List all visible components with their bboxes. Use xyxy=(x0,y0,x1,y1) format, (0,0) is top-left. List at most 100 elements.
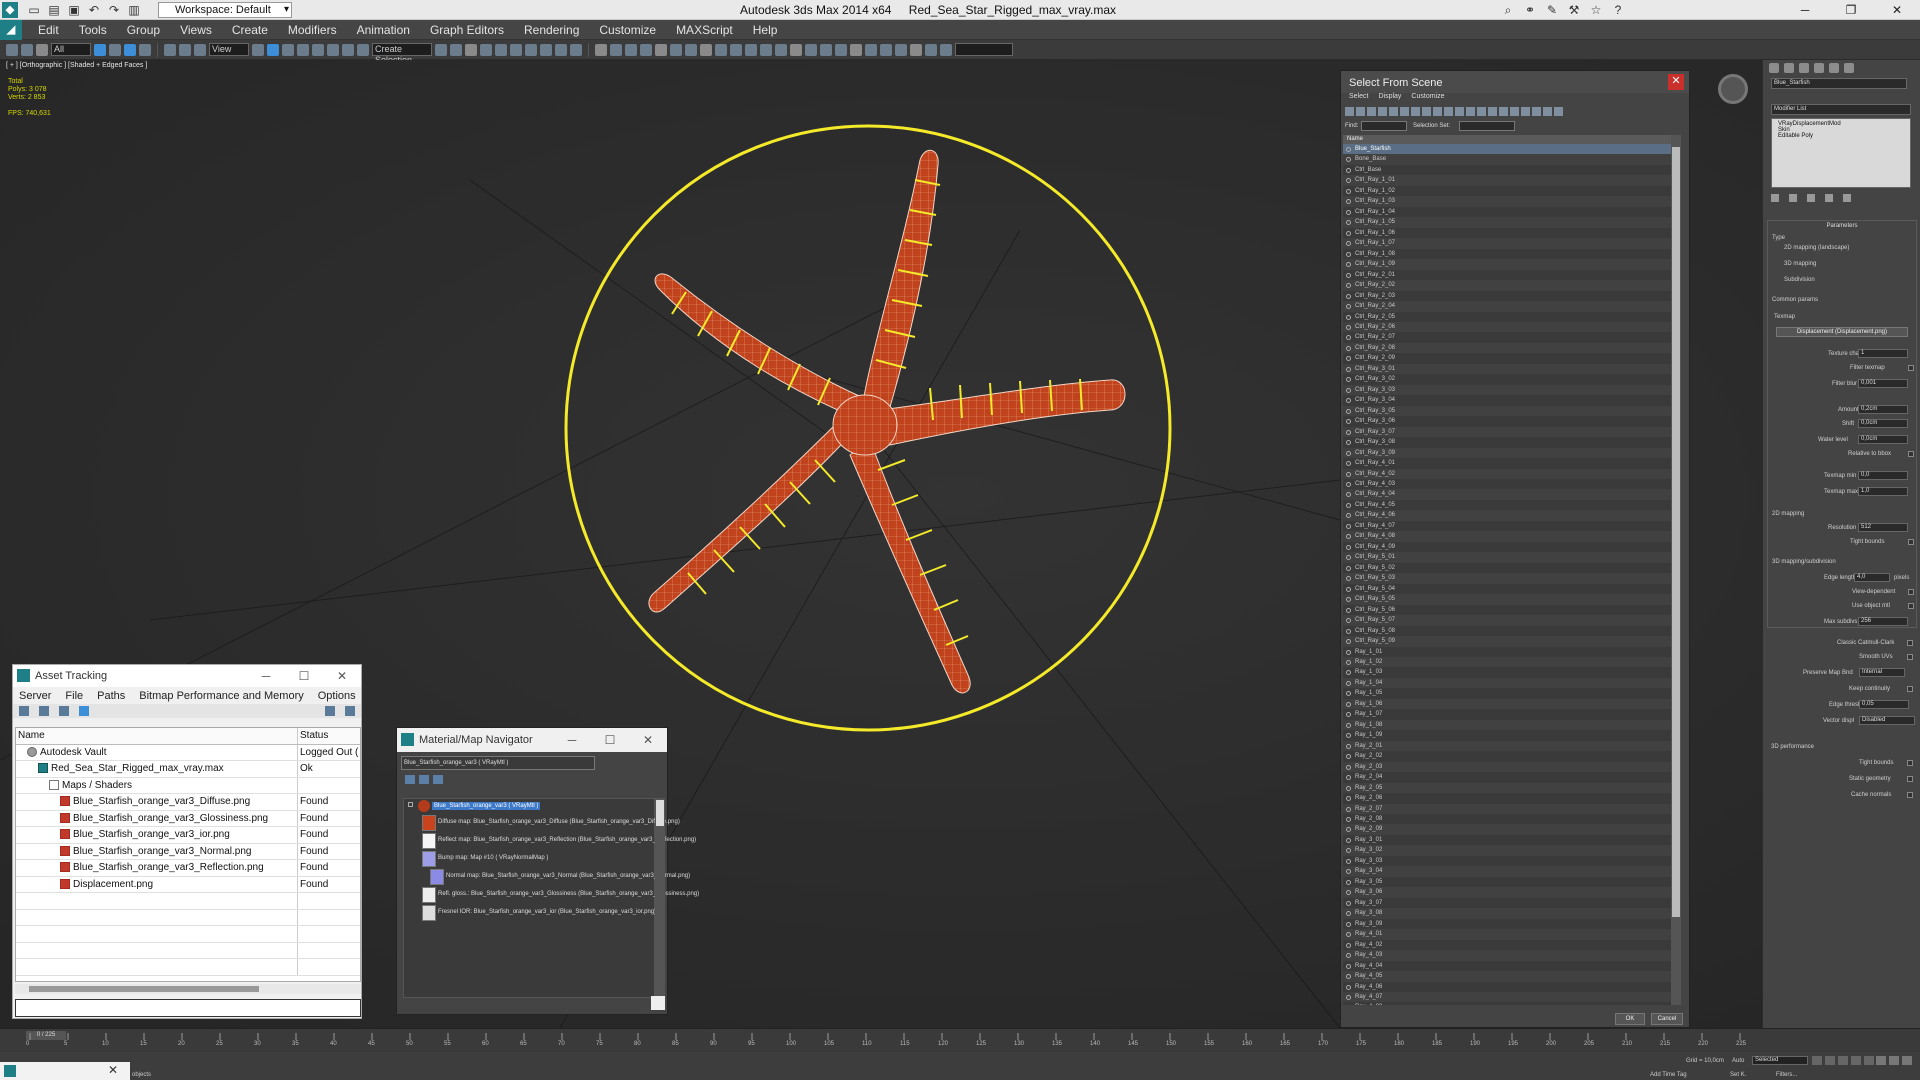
cache-normals-checkbox[interactable] xyxy=(1907,792,1913,798)
tools-icon[interactable]: ✎ xyxy=(1544,2,1560,18)
scene-object-row[interactable]: Ctrl_Ray_3_09 xyxy=(1343,447,1673,459)
scene-object-row[interactable]: Ray_2_07 xyxy=(1343,803,1673,814)
unlink-icon[interactable] xyxy=(21,43,33,56)
spinner-snap-icon[interactable] xyxy=(342,43,354,56)
scene-object-row[interactable]: Ctrl_Ray_1_09 xyxy=(1343,259,1673,270)
checkout-icon[interactable] xyxy=(39,706,49,716)
menu-views[interactable]: Views xyxy=(170,23,222,37)
scene-object-row[interactable]: Ctrl_Ray_4_04 xyxy=(1343,489,1673,500)
hierarchy-tab-icon[interactable] xyxy=(1799,63,1809,73)
scene-object-row[interactable]: Ray_2_01 xyxy=(1343,740,1673,752)
vray-plane-icon[interactable] xyxy=(700,43,712,56)
vray-fur-icon[interactable] xyxy=(685,43,697,56)
scene-object-row[interactable]: Ray_1_03 xyxy=(1343,667,1673,677)
filter-blur-spinner[interactable]: 0,001 xyxy=(1858,379,1908,388)
extra-tool-3-icon[interactable] xyxy=(940,43,952,56)
auto-key-label[interactable]: Auto xyxy=(1732,1058,1744,1064)
key-filters-button[interactable]: Filters... xyxy=(1776,1072,1797,1078)
asset-hscrollbar[interactable] xyxy=(15,984,361,994)
scene-object-row[interactable]: Ctrl_Ray_1_05 xyxy=(1343,217,1673,228)
select-move-icon[interactable] xyxy=(164,43,176,56)
preserve-map-bnd-dropdown[interactable]: Internal xyxy=(1859,668,1905,677)
select-all-icon[interactable] xyxy=(1510,107,1519,116)
menu-help[interactable]: Help xyxy=(743,23,788,37)
scene-object-row[interactable]: Ray_2_06 xyxy=(1343,793,1673,803)
keep-continuity-checkbox[interactable] xyxy=(1907,686,1913,692)
texture-chan-spinner[interactable]: 1 xyxy=(1858,349,1908,358)
curve-editor-icon[interactable] xyxy=(495,43,507,56)
scene-object-row[interactable]: Ctrl_Ray_3_01 xyxy=(1343,363,1673,375)
asset-row[interactable]: Maps / Shaders xyxy=(16,777,360,794)
schematic-view-icon[interactable] xyxy=(510,43,522,56)
scene-object-row[interactable]: Ctrl_Ray_2_02 xyxy=(1343,280,1673,291)
modify-tab-icon[interactable] xyxy=(1784,63,1794,73)
max-logo-icon[interactable]: ◢ xyxy=(0,19,22,40)
add-time-tag[interactable]: Add Time Tag xyxy=(1650,1072,1687,1078)
scene-object-row[interactable]: Ray_1_05 xyxy=(1343,688,1673,698)
texmap-max-spinner[interactable]: 1,0 xyxy=(1858,487,1908,496)
scene-object-row[interactable]: Ray_2_05 xyxy=(1343,782,1673,794)
shift-spinner[interactable]: 0,0cm xyxy=(1858,419,1908,428)
goto-start-icon[interactable] xyxy=(1812,1056,1822,1065)
select-object-icon[interactable] xyxy=(94,43,106,56)
scene-object-row[interactable]: Ray_4_01 xyxy=(1343,929,1673,940)
cube-tool-icon[interactable] xyxy=(880,43,892,56)
vray-light-icon[interactable] xyxy=(625,43,637,56)
scene-object-row[interactable]: Ray_3_03 xyxy=(1343,856,1673,866)
scene-object-row[interactable]: Ctrl_Ray_5_04 xyxy=(1343,584,1673,594)
static-geometry-checkbox[interactable] xyxy=(1907,776,1913,782)
timeline[interactable]: 0 / 225 0 5 10 15 20 25 30 35 40 45 50 55 60 65 70 75 80… xyxy=(0,1028,1920,1052)
scene-object-row[interactable]: Ctrl_Ray_5_03 xyxy=(1343,573,1673,584)
extra-tool-2-icon[interactable] xyxy=(925,43,937,56)
scene-object-row[interactable]: Ray_3_07 xyxy=(1343,898,1673,908)
max-subdivs-spinner[interactable]: 256 xyxy=(1858,617,1908,626)
scene-object-row[interactable]: Ctrl_Ray_4_07 xyxy=(1343,521,1673,531)
display-cameras-icon[interactable] xyxy=(1378,107,1387,116)
scene-object-row[interactable]: Ray_4_02 xyxy=(1343,940,1673,950)
scrollbar-thumb[interactable] xyxy=(1672,147,1680,917)
scene-object-row[interactable]: Ctrl_Ray_4_01 xyxy=(1343,458,1673,468)
asset-row[interactable]: Blue_Starfish_orange_var3_ior.png Found xyxy=(16,827,360,844)
scene-object-row[interactable]: Ctrl_Ray_1_07 xyxy=(1343,238,1673,249)
scene-object-row[interactable]: Ray_3_06 xyxy=(1343,887,1673,898)
minimize-icon[interactable]: ─ xyxy=(553,728,591,752)
key-filter-dropdown[interactable]: Selected xyxy=(1752,1056,1808,1065)
select-none-icon[interactable] xyxy=(1521,107,1530,116)
scene-object-row[interactable]: Ctrl_Ray_1_03 xyxy=(1343,196,1673,207)
menu-graph-editors[interactable]: Graph Editors xyxy=(420,23,514,37)
scene-object-row[interactable]: Ctrl_Ray_2_08 xyxy=(1343,342,1673,354)
scene-object-row[interactable]: Ray_1_02 xyxy=(1343,656,1673,668)
smooth-uv-checkbox[interactable] xyxy=(1907,654,1913,660)
maxscript-listener-icon[interactable] xyxy=(4,1065,16,1077)
scene-object-row[interactable]: Ray_4_05 xyxy=(1343,971,1673,982)
selection-filter-dropdown[interactable]: All xyxy=(51,43,91,56)
next-frame-icon[interactable] xyxy=(1851,1056,1861,1065)
rendered-frame-icon[interactable] xyxy=(555,43,567,56)
scene-object-row[interactable]: Ray_4_06 xyxy=(1343,982,1673,992)
menu-maxscript[interactable]: MAXScript xyxy=(666,23,743,37)
column-name[interactable]: Name xyxy=(1343,135,1673,144)
close-icon[interactable]: ✕ xyxy=(1668,74,1684,90)
mesh-tool-icon[interactable] xyxy=(895,43,907,56)
scene-object-row[interactable]: Ray_3_09 xyxy=(1343,919,1673,929)
use-object-mtl-checkbox[interactable] xyxy=(1908,603,1914,609)
window-crossing-icon[interactable] xyxy=(139,43,151,56)
maximize-icon[interactable]: ☐ xyxy=(591,728,629,752)
stack-item-editable-poly[interactable]: Editable Poly xyxy=(1778,133,1904,139)
asset-row[interactable]: Blue_Starfish_orange_var3_Reflection.png… xyxy=(16,860,360,877)
scene-object-row[interactable]: Ctrl_Ray_3_05 xyxy=(1343,405,1673,417)
menu-paths[interactable]: Paths xyxy=(97,690,125,702)
vray-mtl-icon[interactable] xyxy=(760,43,772,56)
texmap-min-spinner[interactable]: 0,0 xyxy=(1858,471,1908,480)
scene-object-row[interactable]: Bone_Base xyxy=(1343,154,1673,165)
performance-title[interactable]: 3D performance xyxy=(1771,744,1814,750)
menu-select[interactable]: Select xyxy=(1349,93,1368,105)
goto-end-icon[interactable] xyxy=(1864,1056,1874,1065)
scene-object-row[interactable]: Ray_1_09 xyxy=(1343,730,1673,740)
modifier-list-dropdown[interactable]: Modifier List xyxy=(1771,104,1911,115)
edge-thresh-spinner[interactable]: 0,05 xyxy=(1859,700,1909,709)
menu-create[interactable]: Create xyxy=(222,23,278,37)
display-containers-icon[interactable] xyxy=(1444,107,1453,116)
scene-object-row[interactable]: Ray_3_02 xyxy=(1343,845,1673,856)
scene-object-row[interactable]: Ray_1_04 xyxy=(1343,677,1673,689)
